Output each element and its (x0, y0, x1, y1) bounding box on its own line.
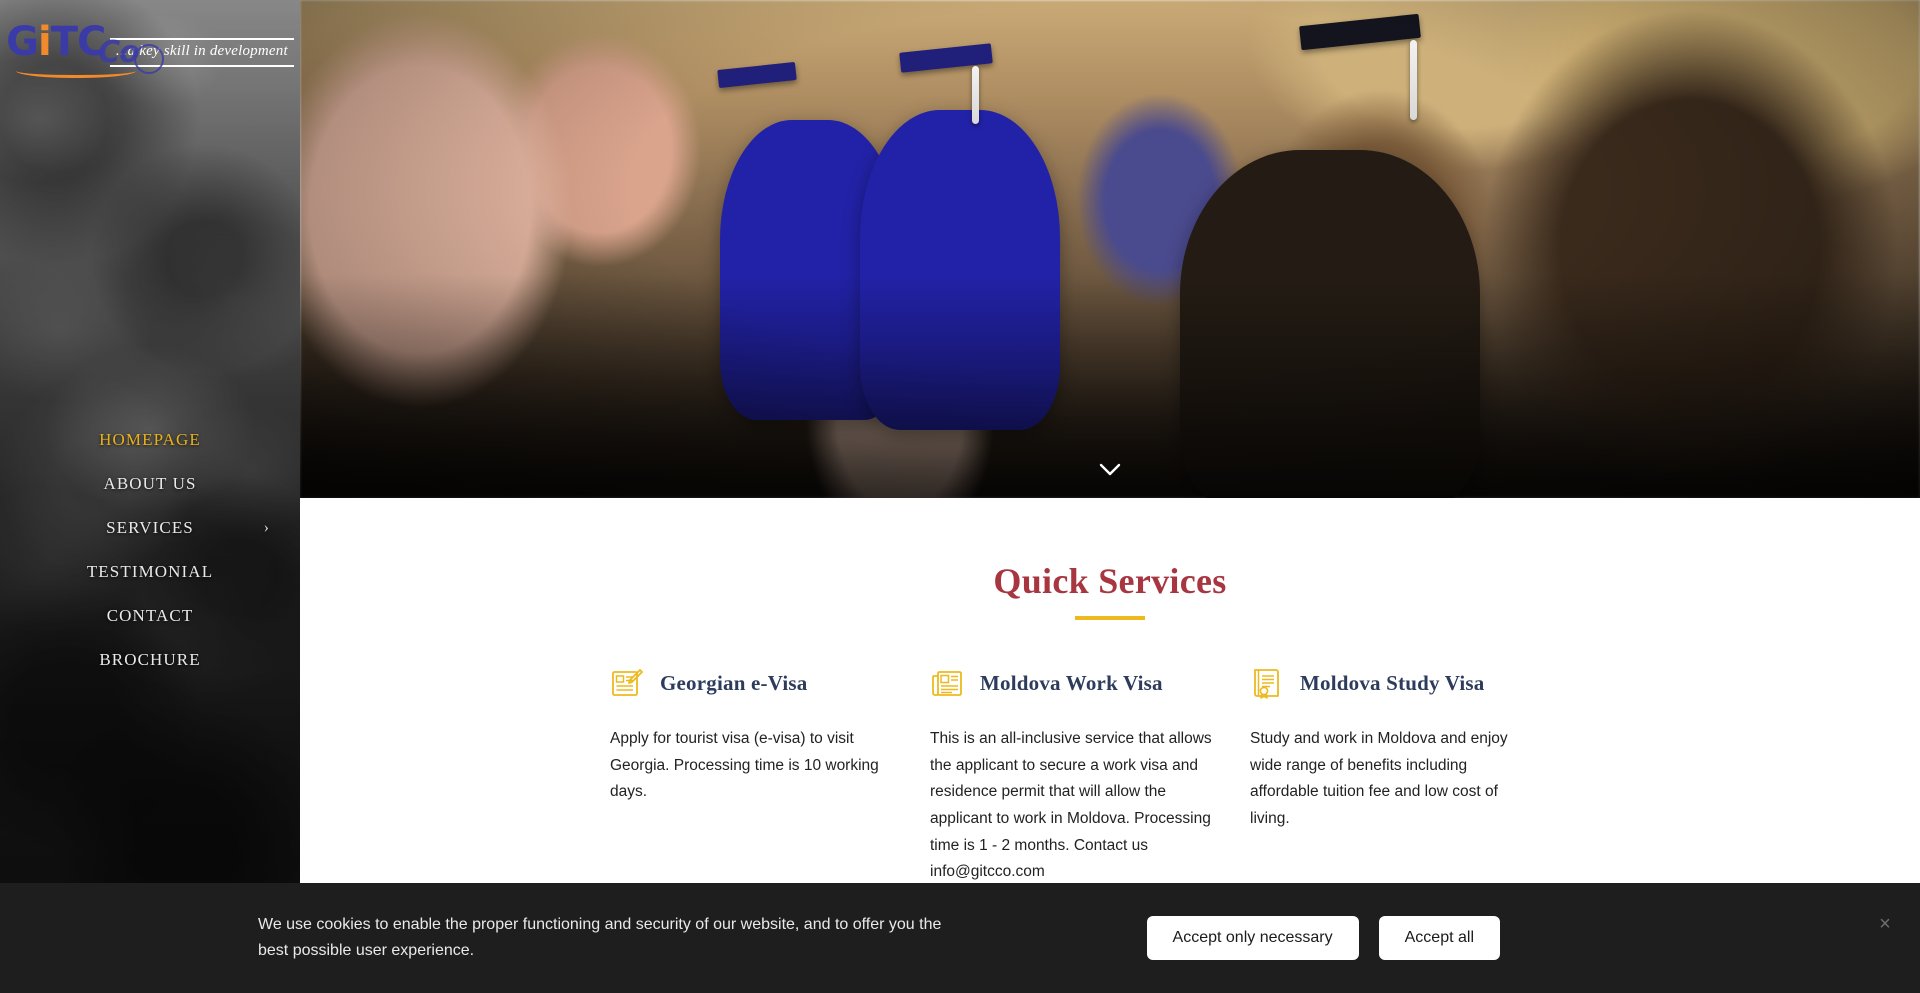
chevron-down-icon[interactable] (1093, 452, 1127, 486)
sidebar: GiTC Co ...a key skill in development HO… (0, 0, 300, 993)
sidebar-navigation: HOMEPAGE ABOUT US SERVICES › TESTIMONIAL CONT… (0, 418, 300, 682)
logo-letter-i: i (38, 19, 52, 65)
service-card-header: Moldova Study Visa (1250, 666, 1540, 700)
sidebar-item-label: HOMEPAGE (99, 430, 201, 449)
sidebar-item-label: ABOUT US (103, 474, 197, 493)
service-title: Georgian e-Visa (660, 670, 808, 695)
service-card-header: Georgian e-Visa (610, 666, 900, 700)
sidebar-item-services[interactable]: SERVICES › (0, 506, 300, 550)
site-logo[interactable]: GiTC Co ...a key skill in development (0, 22, 300, 80)
quick-services-header: Quick Services (300, 498, 1920, 620)
logo-letter-g: G (6, 19, 39, 65)
sidebar-item-label: SERVICES (106, 518, 194, 537)
newspaper-icon (930, 666, 964, 700)
sidebar-item-label: CONTACT (106, 606, 194, 625)
service-title: Moldova Work Visa (980, 670, 1163, 695)
close-icon[interactable]: × (1872, 911, 1898, 937)
service-title: Moldova Study Visa (1300, 670, 1485, 695)
cookie-actions: Accept only necessary Accept all (1146, 916, 1500, 960)
service-card-header: Moldova Work Visa (930, 666, 1220, 700)
services-grid: Georgian e-Visa Apply for tourist visa (e… (610, 666, 1610, 886)
accept-all-button[interactable]: Accept all (1378, 916, 1500, 960)
sidebar-item-contact[interactable]: CONTACT (0, 594, 300, 638)
page-title: Quick Services (993, 561, 1227, 601)
cookie-consent-banner: We use cookies to enable the proper func… (0, 883, 1920, 993)
logo-swoosh-icon (16, 64, 137, 78)
accept-only-necessary-button[interactable]: Accept only necessary (1146, 916, 1359, 960)
sidebar-item-label: TESTIMONIAL (86, 562, 214, 581)
sidebar-item-label: BROCHURE (99, 650, 201, 669)
logo-letter-t: T (50, 19, 78, 65)
logo-wordmark: GiTC Co (6, 19, 165, 80)
sidebar-item-testimonial[interactable]: TESTIMONIAL (0, 550, 300, 594)
document-pen-icon (610, 666, 644, 700)
sidebar-item-brochure[interactable]: BROCHURE (0, 638, 300, 682)
certificate-icon (1250, 666, 1284, 700)
service-card[interactable]: Georgian e-Visa Apply for tourist visa (e… (610, 666, 930, 886)
chevron-right-icon[interactable]: › (264, 520, 270, 536)
service-description: Apply for tourist visa (e-visa) to visit… (610, 730, 879, 801)
service-description: This is an all-inclusive service that al… (930, 730, 1212, 881)
service-card[interactable]: Moldova Work Visa This is an all-inclusiv… (930, 666, 1250, 886)
sidebar-item-about-us[interactable]: ABOUT US (0, 462, 300, 506)
title-underline (1075, 616, 1145, 620)
logo-globe-icon (134, 44, 165, 74)
service-card[interactable]: Moldova Study Visa Study and work in Mold… (1250, 666, 1570, 886)
sidebar-item-homepage[interactable]: HOMEPAGE (0, 418, 300, 462)
service-description: Study and work in Moldova and enjoy wide… (1250, 730, 1508, 827)
cookie-message: We use cookies to enable the proper func… (258, 916, 942, 959)
hero-banner (300, 0, 1920, 498)
hero-vignette-overlay (300, 0, 1920, 498)
